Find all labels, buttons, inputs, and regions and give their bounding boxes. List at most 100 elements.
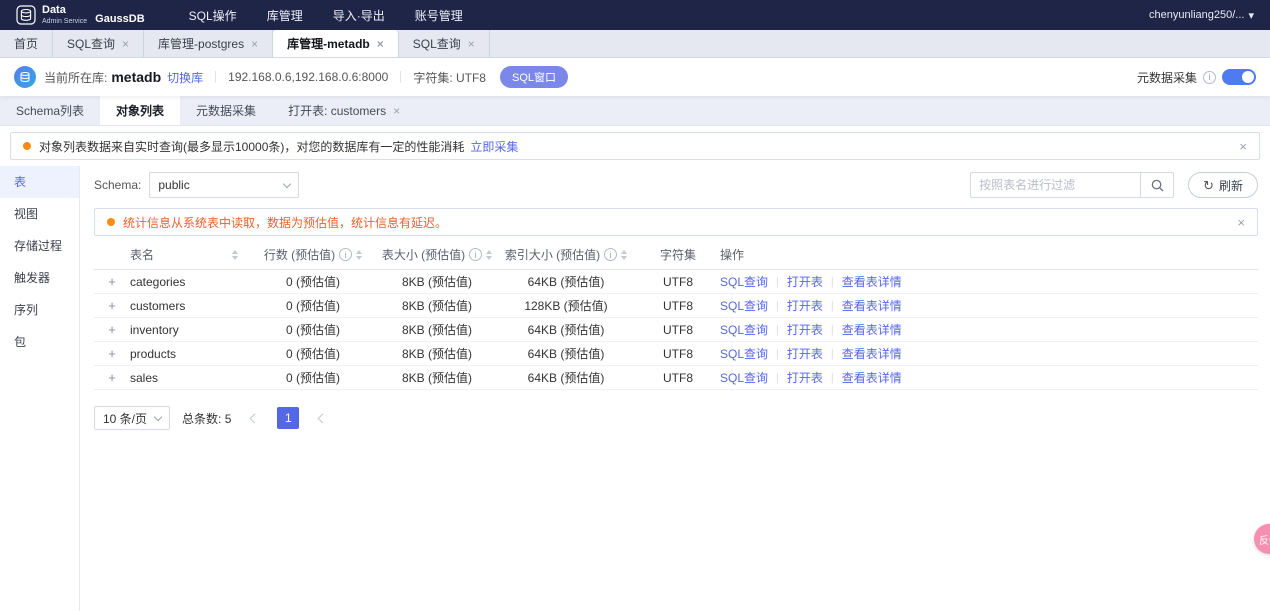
- chevron-down-icon: [283, 179, 292, 188]
- sort-icon[interactable]: [486, 249, 493, 260]
- subtab[interactable]: Schema列表: [0, 96, 100, 125]
- table-row: + products 0 (预估值) 8KB (预估值) 64KB (预估值) UTF8 S…: [94, 342, 1258, 366]
- expand-icon[interactable]: +: [94, 370, 130, 385]
- close-icon[interactable]: ×: [377, 37, 384, 51]
- close-icon[interactable]: ×: [122, 37, 129, 51]
- cell-index-size: 64KB (预估值): [527, 347, 605, 361]
- action-link[interactable]: SQL查询: [720, 321, 768, 338]
- cell-index-size: 64KB (预估值): [527, 371, 605, 385]
- feedback-label: 反馈: [1259, 535, 1270, 547]
- sort-icon[interactable]: [621, 249, 628, 260]
- sort-icon[interactable]: [356, 249, 363, 260]
- sidebar-item[interactable]: 表: [0, 166, 79, 198]
- action-link[interactable]: 查看表详情: [842, 273, 902, 290]
- expand-icon[interactable]: +: [94, 346, 130, 361]
- sql-window-button[interactable]: SQL窗口: [499, 66, 568, 88]
- cell-row-count: 0 (预估值): [285, 347, 340, 361]
- action-link[interactable]: SQL查询: [720, 345, 768, 362]
- switch-db-link[interactable]: 切换库: [167, 69, 203, 86]
- column-label: 字符集: [659, 248, 696, 262]
- close-icon[interactable]: ×: [393, 104, 400, 118]
- collect-now-link[interactable]: 立即采集: [470, 138, 518, 155]
- table-header-table-size[interactable]: 表大小 (预估值) i: [378, 246, 496, 263]
- close-icon[interactable]: ×: [1237, 215, 1245, 230]
- action-link[interactable]: 打开表: [787, 273, 823, 290]
- topbar-menu-item[interactable]: 库管理: [267, 7, 303, 24]
- chevron-left-icon: [249, 413, 260, 423]
- tab[interactable]: SQL查询 ×: [399, 30, 490, 57]
- action-link[interactable]: 查看表详情: [842, 297, 902, 314]
- sort-icon[interactable]: [232, 249, 238, 260]
- column-label: 行数 (预估值): [263, 248, 336, 262]
- sidebar: 表视图 存储过程 触发器 序列包: [0, 166, 80, 611]
- table-header-index-size[interactable]: 索引大小 (预估值) i: [496, 246, 636, 263]
- search-button[interactable]: [1140, 172, 1175, 198]
- table-header-row-count[interactable]: 行数 (预估值) i: [248, 246, 378, 263]
- subtab-bar: Schema列表 对象列表 元数据采集 打开表: customers ×: [0, 96, 1270, 126]
- subtab[interactable]: 对象列表: [100, 96, 181, 125]
- subtab[interactable]: 打开表: customers ×: [272, 96, 416, 125]
- metadata-toggle[interactable]: [1222, 69, 1256, 85]
- chevron-down-icon: ▾: [1248, 9, 1254, 22]
- cell-table-size: 8KB (预估值): [401, 275, 472, 289]
- action-link[interactable]: 查看表详情: [842, 369, 902, 386]
- column-label: 表名: [130, 248, 155, 262]
- sidebar-item[interactable]: 序列: [0, 294, 79, 326]
- expand-icon[interactable]: +: [94, 322, 130, 337]
- expand-icon[interactable]: +: [94, 274, 130, 289]
- tab[interactable]: 库管理-metadb ×: [273, 30, 399, 57]
- tab[interactable]: 库管理-postgres ×: [144, 30, 274, 57]
- tab[interactable]: SQL查询 ×: [53, 30, 145, 57]
- tab[interactable]: 首页: [0, 30, 54, 57]
- topbar-menu-item[interactable]: 导入·导出: [333, 7, 385, 24]
- info-icon: i: [1203, 70, 1216, 84]
- cell-index-size: 128KB (预估值): [524, 299, 608, 313]
- info-icon: i: [339, 248, 353, 261]
- top-navbar: Data Admin Service GaussDB SQL操作 库管理 导入·导出…: [0, 0, 1270, 30]
- db-charset: 字符集: UTF8: [413, 70, 486, 85]
- cell-charset: UTF8: [663, 298, 693, 313]
- sidebar-item[interactable]: 存储过程: [0, 230, 79, 262]
- prev-page-button[interactable]: [243, 407, 265, 429]
- page-size-label: 10 条/页: [103, 411, 148, 426]
- expand-icon[interactable]: +: [94, 298, 130, 313]
- action-separator: |: [776, 371, 779, 384]
- subtab-label: 对象列表: [116, 104, 165, 118]
- action-separator: |: [830, 299, 834, 312]
- action-separator: |: [830, 347, 834, 360]
- next-page-button[interactable]: [311, 407, 333, 429]
- action-link[interactable]: 打开表: [787, 369, 823, 386]
- user-menu[interactable]: chenyunliang250/... ▾: [1149, 9, 1254, 22]
- page-number-button[interactable]: 1: [277, 407, 300, 429]
- subtab[interactable]: 元数据采集: [180, 96, 272, 125]
- action-link[interactable]: SQL查询: [720, 297, 768, 314]
- tab-label: 库管理-metadb: [287, 37, 370, 51]
- sidebar-item[interactable]: 包: [0, 326, 79, 358]
- topbar-menu-item[interactable]: SQL操作: [189, 7, 237, 24]
- action-separator: |: [776, 299, 779, 312]
- action-link[interactable]: SQL查询: [720, 369, 768, 386]
- topbar-menu: SQL操作 库管理 导入·导出 账号管理: [189, 7, 463, 24]
- sidebar-item[interactable]: 触发器: [0, 262, 79, 294]
- topbar-menu-item[interactable]: 账号管理: [415, 7, 463, 24]
- table-header-name[interactable]: 表名: [130, 246, 248, 263]
- action-link[interactable]: 打开表: [787, 297, 823, 314]
- sidebar-item[interactable]: 视图: [0, 198, 79, 230]
- action-link[interactable]: 查看表详情: [842, 321, 902, 338]
- tab-label: SQL查询: [412, 37, 461, 51]
- table-body: + categories 0 (预估值) 8KB (预估值) 64KB (预估值) UTF…: [94, 270, 1258, 390]
- divider: [400, 71, 402, 83]
- schema-select[interactable]: public: [149, 172, 300, 198]
- action-link[interactable]: 查看表详情: [842, 345, 902, 362]
- close-icon[interactable]: ×: [1239, 139, 1247, 154]
- close-icon[interactable]: ×: [251, 37, 258, 51]
- action-link[interactable]: SQL查询: [720, 273, 768, 290]
- action-link[interactable]: 打开表: [787, 321, 823, 338]
- page-size-select[interactable]: 10 条/页: [94, 406, 171, 430]
- refresh-button[interactable]: ↻ 刷新: [1188, 172, 1258, 198]
- action-link[interactable]: 打开表: [787, 345, 823, 362]
- cell-table-size: 8KB (预估值): [401, 347, 472, 361]
- subtab-label: 元数据采集: [196, 104, 257, 118]
- table-filter-input[interactable]: [970, 172, 1141, 198]
- close-icon[interactable]: ×: [468, 37, 475, 51]
